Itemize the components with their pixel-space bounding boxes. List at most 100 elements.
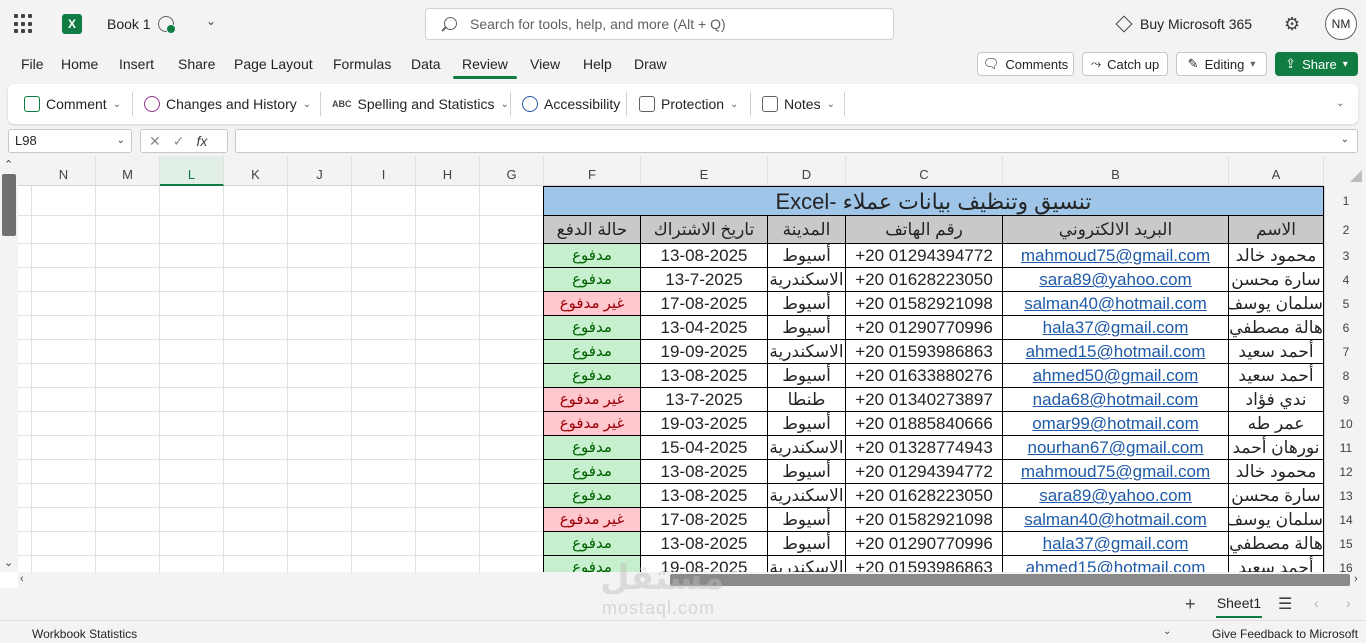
cell-date[interactable]: 19-09-2025 xyxy=(641,340,768,364)
search-box[interactable] xyxy=(425,8,894,40)
header-email[interactable]: البريد الالكتروني xyxy=(1003,216,1229,244)
cell-email[interactable]: salman40@hotmail.com xyxy=(1003,292,1229,316)
cell-email[interactable]: ahmed15@hotmail.com xyxy=(1003,556,1229,572)
scroll-up-icon[interactable]: ⌃ xyxy=(4,158,13,171)
scroll-down-icon[interactable]: ⌄ xyxy=(4,556,13,569)
tab-formulas[interactable]: Formulas xyxy=(333,56,391,72)
cell-name[interactable]: نورهان أحمد xyxy=(1229,436,1324,460)
cell-name[interactable]: أحمد سعيد xyxy=(1229,340,1324,364)
cell-status[interactable]: مدفوع xyxy=(543,316,641,340)
cell-city[interactable]: أسيوط xyxy=(768,412,846,436)
cell-name[interactable]: سارة محسن xyxy=(1229,484,1324,508)
spelling-statistics-button[interactable]: ABC Spelling and Statistics ⌄ xyxy=(332,96,509,112)
sheet-tab-sheet1[interactable]: Sheet1 xyxy=(1208,590,1270,618)
cancel-icon[interactable]: ✕ xyxy=(149,133,161,150)
buy-microsoft-button[interactable]: Buy Microsoft 365 xyxy=(1115,15,1252,33)
row-header-1[interactable]: 1 xyxy=(1325,186,1366,216)
row-header-7[interactable]: 7 xyxy=(1325,340,1366,364)
column-header-i[interactable]: I xyxy=(352,156,416,186)
row-header-14[interactable]: 14 xyxy=(1325,508,1366,532)
cell-phone[interactable]: +20 01290770996 xyxy=(846,532,1003,556)
cell-phone[interactable]: +20 01340273897 xyxy=(846,388,1003,412)
cell-city[interactable]: أسيوط xyxy=(768,364,846,388)
header-city[interactable]: المدينة xyxy=(768,216,846,244)
tab-help[interactable]: Help xyxy=(583,56,612,72)
row-header-6[interactable]: 6 xyxy=(1325,316,1366,340)
chevron-down-icon[interactable]: ⌄ xyxy=(117,130,125,152)
tab-insert[interactable]: Insert xyxy=(119,56,154,72)
cell-status[interactable]: غير مدفوع xyxy=(543,292,641,316)
cell-name[interactable]: سلمان يوسف xyxy=(1229,292,1324,316)
editing-button[interactable]: ✎ Editing ▾ xyxy=(1176,52,1267,76)
cell-city[interactable]: الاسكندرية xyxy=(768,556,846,572)
cell-phone[interactable]: +20 01328774943 xyxy=(846,436,1003,460)
cell-email[interactable]: mahmoud75@gmail.com xyxy=(1003,244,1229,268)
cell-email[interactable]: nada68@hotmail.com xyxy=(1003,388,1229,412)
chevron-down-icon[interactable]: ⌄ xyxy=(1341,134,1349,145)
cell-date[interactable]: 13-08-2025 xyxy=(641,484,768,508)
protection-button[interactable]: Protection ⌄ xyxy=(639,96,738,112)
sheet-list-icon[interactable]: ☰ xyxy=(1278,594,1292,614)
notes-button[interactable]: Notes ⌄ xyxy=(762,96,835,112)
avatar[interactable]: NM xyxy=(1325,8,1357,40)
cell-phone[interactable]: +20 01582921098 xyxy=(846,508,1003,532)
cell-name[interactable]: عمر طه xyxy=(1229,412,1324,436)
cell-email[interactable]: ahmed50@gmail.com xyxy=(1003,364,1229,388)
cell-phone[interactable]: +20 01294394772 xyxy=(846,460,1003,484)
row-header-12[interactable]: 12 xyxy=(1325,460,1366,484)
cell-city[interactable]: الاسكندرية xyxy=(768,484,846,508)
cell-status[interactable]: مدفوع xyxy=(543,532,641,556)
cell-email[interactable]: sara89@yahoo.com xyxy=(1003,484,1229,508)
workbook-statistics-button[interactable]: Workbook Statistics xyxy=(32,627,137,641)
cell-phone[interactable]: +20 01633880276 xyxy=(846,364,1003,388)
column-header-l[interactable]: L xyxy=(160,156,224,186)
cell-email[interactable]: omar99@hotmail.com xyxy=(1003,412,1229,436)
cell-phone[interactable]: +20 01885840666 xyxy=(846,412,1003,436)
cell-phone[interactable]: +20 01593986863 xyxy=(846,556,1003,572)
tab-share[interactable]: Share xyxy=(178,56,215,72)
cell-phone[interactable]: +20 01582921098 xyxy=(846,292,1003,316)
cell-date[interactable]: 13-08-2025 xyxy=(641,460,768,484)
cell-city[interactable]: الاسكندرية xyxy=(768,436,846,460)
add-sheet-icon[interactable]: + xyxy=(1185,594,1196,615)
tab-file[interactable]: File xyxy=(21,56,44,72)
cell-email[interactable]: sara89@yahoo.com xyxy=(1003,268,1229,292)
row-header-11[interactable]: 11 xyxy=(1325,436,1366,460)
cell-email[interactable]: hala37@gmail.com xyxy=(1003,532,1229,556)
tab-view[interactable]: View xyxy=(530,56,560,72)
cell-city[interactable]: أسيوط xyxy=(768,460,846,484)
row-header-13[interactable]: 13 xyxy=(1325,484,1366,508)
header-status[interactable]: حالة الدفع xyxy=(543,216,641,244)
select-all-corner[interactable] xyxy=(1324,156,1366,186)
cell-email[interactable]: ahmed15@hotmail.com xyxy=(1003,340,1229,364)
row-header-3[interactable]: 3 xyxy=(1325,244,1366,268)
row-header-2[interactable]: 2 xyxy=(1325,216,1366,244)
cell-status[interactable]: مدفوع xyxy=(543,340,641,364)
share-button[interactable]: ⇪ Share ▾ xyxy=(1275,52,1358,76)
cell-phone[interactable]: +20 01593986863 xyxy=(846,340,1003,364)
scroll-right-icon[interactable]: › xyxy=(1354,573,1358,585)
cell-status[interactable]: مدفوع xyxy=(543,484,641,508)
cell-phone[interactable]: +20 01294394772 xyxy=(846,244,1003,268)
chevron-down-icon[interactable]: ⌄ xyxy=(1163,626,1171,637)
column-header-k[interactable]: K xyxy=(224,156,288,186)
name-box[interactable]: L98 ⌄ xyxy=(8,129,132,153)
row-header-8[interactable]: 8 xyxy=(1325,364,1366,388)
column-header-h[interactable]: H xyxy=(416,156,480,186)
cell-status[interactable]: مدفوع xyxy=(543,460,641,484)
cell-name[interactable]: هالة مصطفي xyxy=(1229,532,1324,556)
cell-name[interactable]: سلمان يوسف xyxy=(1229,508,1324,532)
prev-sheet-icon[interactable]: ‹ xyxy=(1314,595,1319,611)
cell-city[interactable]: أسيوط xyxy=(768,244,846,268)
row-header-4[interactable]: 4 xyxy=(1325,268,1366,292)
cell-city[interactable]: أسيوط xyxy=(768,316,846,340)
column-header-f[interactable]: F xyxy=(544,156,641,186)
cell-name[interactable]: أحمد سعيد xyxy=(1229,364,1324,388)
cell-city[interactable]: الاسكندرية xyxy=(768,268,846,292)
ribbon-expand-button[interactable]: ⌄ xyxy=(1336,98,1344,109)
cell-city[interactable]: أسيوط xyxy=(768,532,846,556)
column-header-e[interactable]: E xyxy=(641,156,768,186)
row-header-10[interactable]: 10 xyxy=(1325,412,1366,436)
column-header-m[interactable]: M xyxy=(96,156,160,186)
header-phone[interactable]: رقم الهاتف xyxy=(846,216,1003,244)
